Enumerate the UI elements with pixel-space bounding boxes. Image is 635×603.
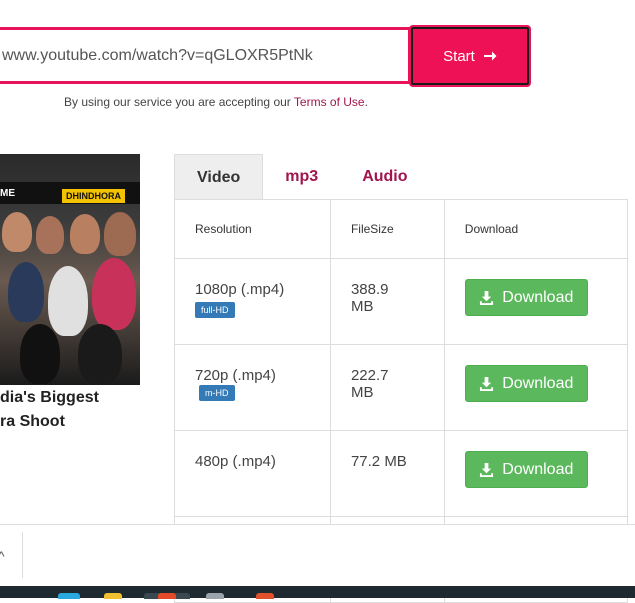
thumbnail-person — [104, 212, 136, 256]
table-header-row: Resolution FileSize Download — [174, 199, 629, 259]
filesize-cell: 77.2 MB — [329, 430, 445, 517]
filesize-cell: 388.9 MB — [329, 258, 445, 345]
resolution-cell: 480p (.mp4) — [174, 430, 331, 517]
video-title: dia's Biggest ra Shoot — [0, 389, 99, 430]
header-resolution: Resolution — [174, 199, 331, 259]
quality-badge: m-HD — [199, 385, 235, 402]
resolution-cell: 1080p (.mp4) full-HD — [174, 258, 331, 345]
url-input[interactable] — [0, 46, 409, 66]
download-button[interactable]: Download — [464, 451, 588, 488]
thumbnail-person — [70, 214, 100, 254]
download-cell: Download — [443, 430, 629, 517]
thumbnail-me-text: ME — [0, 188, 15, 199]
taskbar-app-icon[interactable] — [58, 593, 80, 599]
thumbnail-person — [78, 324, 122, 384]
download-cell: Download — [443, 258, 629, 345]
thumbnail-person — [92, 258, 136, 330]
resolution-text: 1080p (.mp4) — [195, 281, 285, 298]
thumbnail-person — [2, 212, 32, 252]
table-row: 480p (.mp4) 77.2 MB Download — [174, 430, 629, 517]
thumbnail-person — [48, 266, 88, 336]
download-cell: Download — [443, 344, 629, 431]
video-thumbnail[interactable]: ME DHINDHORA — [0, 154, 140, 385]
start-button[interactable]: Start — [411, 27, 529, 85]
thumbnail-person — [36, 216, 64, 254]
download-shelf — [0, 524, 635, 587]
arrow-right-icon — [483, 51, 497, 61]
tab-mp3[interactable]: mp3 — [263, 154, 340, 200]
terms-of-use-link[interactable]: Terms of Use — [294, 95, 365, 109]
table-row: 1080p (.mp4) full-HD 388.9 MB Download — [174, 258, 629, 345]
chevron-up-icon[interactable]: ^ — [0, 548, 5, 564]
download-icon — [480, 462, 494, 477]
thumbnail-tag: DHINDHORA — [62, 189, 125, 203]
filesize-cell: 222.7 MB — [329, 344, 445, 431]
quality-badge: full-HD — [195, 302, 235, 318]
resolution-text: 720p (.mp4) — [195, 367, 276, 384]
header-download: Download — [443, 199, 629, 259]
format-tabs: Video mp3 Audio — [174, 154, 430, 200]
thumbnail-person — [8, 262, 44, 322]
tab-audio[interactable]: Audio — [340, 154, 429, 200]
table-row: 720p (.mp4)m-HD 222.7 MB Download — [174, 344, 629, 431]
start-label: Start — [443, 47, 475, 65]
taskbar — [0, 586, 635, 598]
download-icon — [480, 290, 494, 305]
terms-notice: By using our service you are accepting o… — [64, 95, 368, 109]
shelf-divider — [22, 532, 23, 578]
thumbnail-person — [20, 324, 60, 384]
tab-video[interactable]: Video — [174, 154, 264, 200]
taskbar-app-icon[interactable] — [158, 593, 176, 599]
download-button[interactable]: Download — [464, 365, 588, 402]
taskbar-app-icon[interactable] — [104, 593, 122, 599]
taskbar-app-icon[interactable] — [256, 593, 274, 599]
taskbar-app-icon[interactable] — [206, 593, 224, 599]
download-button[interactable]: Download — [464, 279, 588, 316]
header-filesize: FileSize — [329, 199, 445, 259]
download-icon — [480, 376, 494, 391]
resolution-text: 480p (.mp4) — [195, 453, 276, 470]
resolution-cell: 720p (.mp4)m-HD — [174, 344, 331, 431]
